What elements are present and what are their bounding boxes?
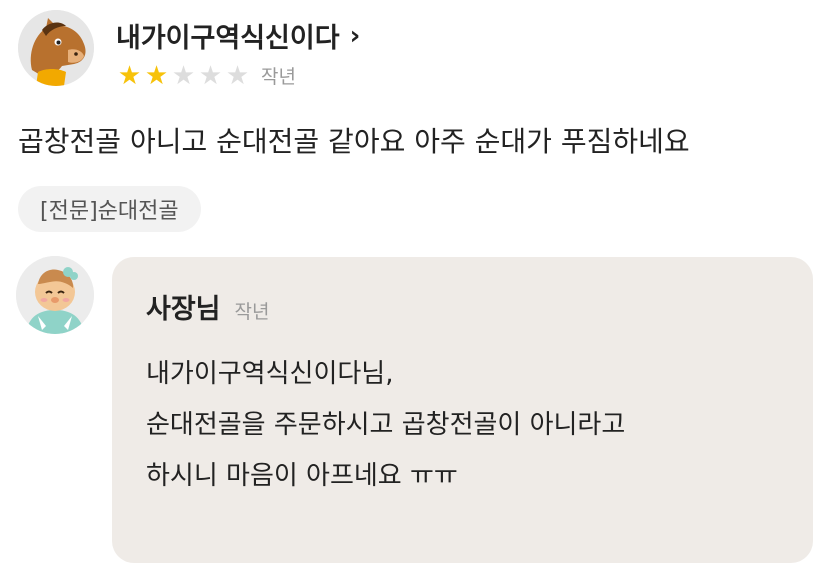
owner-avatar-icon[interactable] [16,256,94,334]
menu-tag[interactable]: [전문]순대전골 [18,186,201,232]
reply-date: 작년 [234,301,270,323]
reply-line: 내가이구역식신이다님, [146,359,394,389]
owner-reply-text: 내가이구역식신이다님, 순대전골을 주문하시고 곱창전골이 아니라고 하시니 마… [146,349,625,502]
reviewer-avatar-icon[interactable] [18,10,94,86]
star-rating: ★ ★ ★ ★ ★ [116,63,251,89]
reply-line: 하시니 마음이 아프네요 ㅠㅠ [146,461,458,491]
chevron-right-icon: › [349,20,361,51]
reply-line: 순대전골을 주문하시고 곱창전골이 아니라고 [146,410,626,440]
review-header: 내가이구역식신이다 › ★ ★ ★ ★ ★ 작년 [18,10,798,90]
review-date: 작년 [261,66,296,88]
review-text: 곱창전골 아니고 순대전골 같아요 아주 순대가 푸짐하네요 [18,125,690,158]
star-filled-icon: ★ [117,60,142,91]
star-empty-icon: ★ [225,60,250,91]
rating-row: ★ ★ ★ ★ ★ 작년 [116,62,296,89]
star-empty-icon: ★ [198,60,223,91]
owner-reply-bubble: 사장님 작년 내가이구역식신이다님, 순대전골을 주문하시고 곱창전골이 아니라… [112,257,813,563]
reviewer-name: 내가이구역식신이다 [116,23,340,54]
star-filled-icon: ★ [144,60,169,91]
star-empty-icon: ★ [171,60,196,91]
owner-name: 사장님 [146,294,221,325]
owner-reply-header: 사장님 작년 [146,287,270,326]
reviewer-profile-link[interactable]: 내가이구역식신이다 › [116,16,360,55]
